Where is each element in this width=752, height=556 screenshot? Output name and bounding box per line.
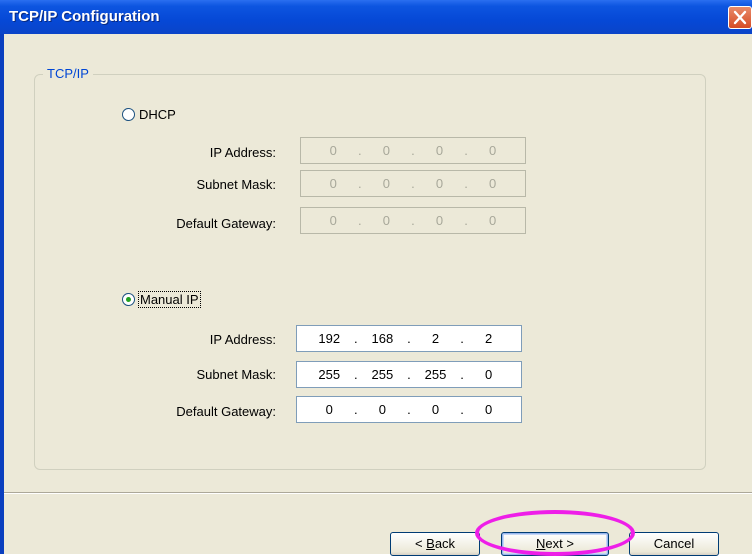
- manual-ip-address-label: IP Address:: [209, 332, 276, 347]
- octet[interactable]: 2: [472, 331, 506, 346]
- octet[interactable]: 192: [312, 331, 346, 346]
- window-title: TCP/IP Configuration: [9, 8, 160, 25]
- octet: 0: [329, 143, 337, 158]
- octet[interactable]: 0: [312, 402, 346, 417]
- octet: 0: [435, 213, 444, 228]
- close-icon: [733, 10, 747, 25]
- octet[interactable]: 0: [365, 402, 399, 417]
- back-rest: ack: [434, 536, 456, 551]
- dhcp-default-gateway-field: 0. 0. 0. 0: [300, 207, 526, 234]
- manual-ip-radio[interactable]: [122, 293, 135, 306]
- next-button[interactable]: Next >: [501, 532, 609, 556]
- octet[interactable]: 0: [419, 402, 453, 417]
- next-mnemonic: N: [536, 536, 546, 551]
- octet: 0: [489, 143, 497, 158]
- dhcp-radio-row[interactable]: DHCP: [122, 107, 176, 122]
- octet: 0: [489, 213, 497, 228]
- dhcp-subnet-mask-label: Subnet Mask:: [196, 177, 277, 192]
- dhcp-label: DHCP: [139, 107, 176, 122]
- radio-selected-dot: [126, 297, 131, 302]
- octet: 0: [382, 143, 391, 158]
- dialog-window: TCP/IP Configuration TCP/IP DHCP IP Addr…: [0, 0, 752, 556]
- manual-ip-label: Manual IP: [138, 291, 201, 308]
- octet: 0: [489, 176, 497, 191]
- octet[interactable]: 255: [419, 367, 453, 382]
- title-bar[interactable]: TCP/IP Configuration: [0, 0, 752, 34]
- next-rest: ext >: [545, 536, 574, 551]
- manual-ip-radio-row[interactable]: Manual IP: [122, 291, 201, 308]
- octet[interactable]: 255: [312, 367, 346, 382]
- dhcp-ip-address-field: 0. 0. 0. 0: [300, 137, 526, 164]
- dhcp-radio[interactable]: [122, 108, 135, 121]
- dhcp-subnet-mask-field: 0. 0. 0. 0: [300, 170, 526, 197]
- manual-subnet-mask-field[interactable]: 255. 255. 255. 0: [296, 361, 522, 388]
- close-button[interactable]: [728, 6, 752, 29]
- octet: 0: [329, 213, 337, 228]
- octet: 0: [329, 176, 337, 191]
- manual-default-gateway-label: Default Gateway:: [176, 404, 276, 419]
- manual-ip-address-field[interactable]: 192. 168. 2. 2: [296, 325, 522, 352]
- octet[interactable]: 168: [365, 331, 399, 346]
- manual-subnet-mask-label: Subnet Mask:: [196, 367, 277, 382]
- dialog-body: TCP/IP DHCP IP Address: 0. 0. 0. 0 Subne…: [4, 34, 752, 556]
- back-mnemonic: B: [426, 536, 435, 551]
- octet: 0: [435, 143, 444, 158]
- separator-line: [4, 492, 752, 494]
- manual-default-gateway-field[interactable]: 0. 0. 0. 0: [296, 396, 522, 423]
- back-prefix: <: [414, 536, 427, 551]
- dhcp-ip-address-label: IP Address:: [209, 145, 276, 160]
- cancel-button[interactable]: Cancel: [629, 532, 719, 556]
- octet: 0: [435, 176, 444, 191]
- back-button[interactable]: < Back: [390, 532, 480, 556]
- octet[interactable]: 0: [472, 402, 506, 417]
- group-legend: TCP/IP: [43, 66, 93, 81]
- octet[interactable]: 255: [365, 367, 399, 382]
- octet: 0: [382, 213, 391, 228]
- octet[interactable]: 2: [419, 331, 453, 346]
- dhcp-default-gateway-label: Default Gateway:: [176, 216, 276, 231]
- octet[interactable]: 0: [472, 367, 506, 382]
- octet: 0: [382, 176, 391, 191]
